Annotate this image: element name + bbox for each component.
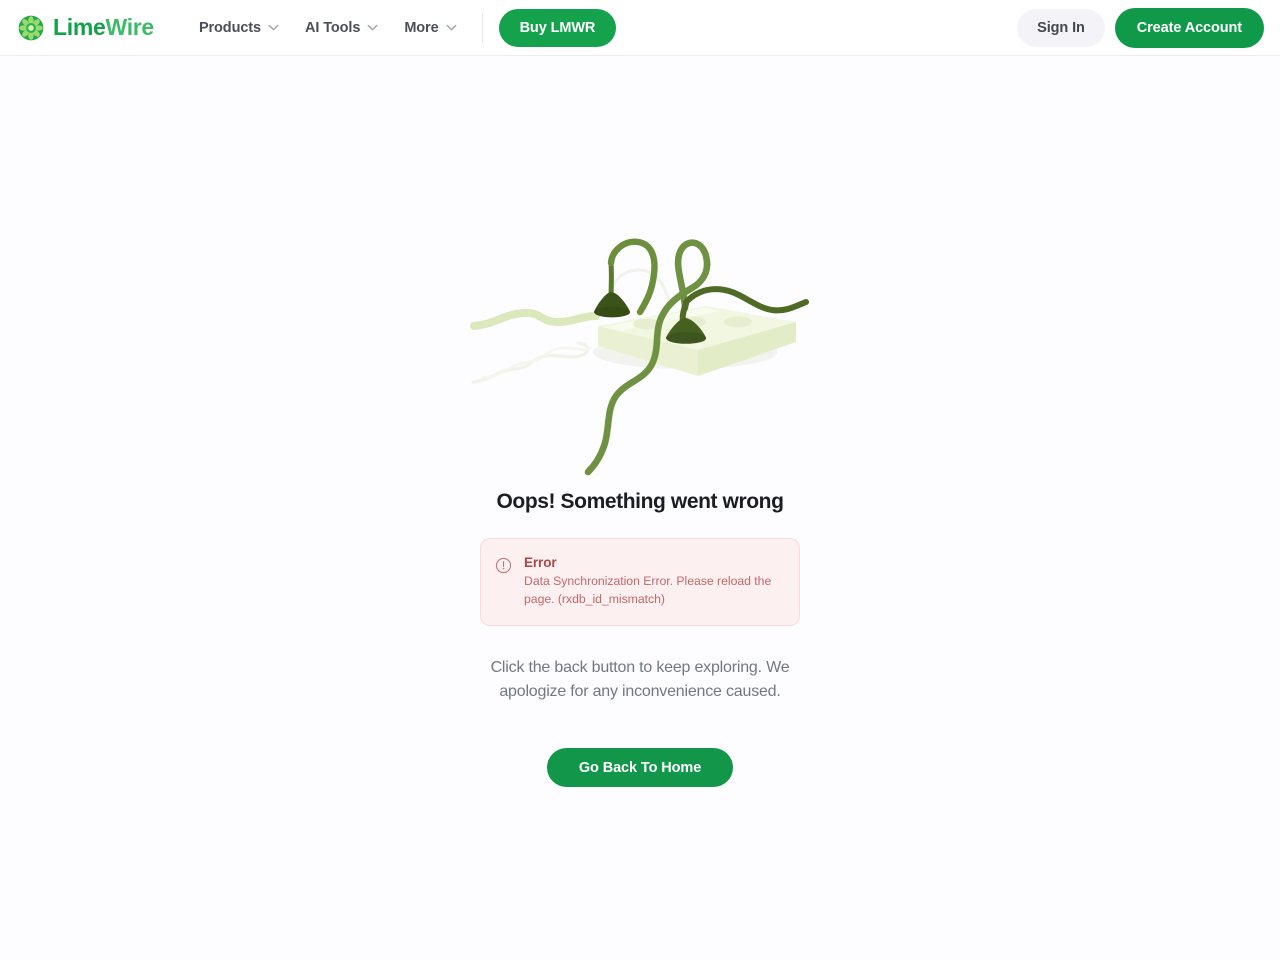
- error-alert-text: Error Data Synchronization Error. Please…: [524, 555, 783, 609]
- site-header: LimeWire Products AI Tools More Buy LMWR…: [0, 0, 1280, 56]
- main-navigation: Products AI Tools More: [188, 12, 468, 44]
- error-alert-title: Error: [524, 555, 557, 570]
- error-alert-description: Data Synchronization Error. Please reloa…: [524, 574, 772, 606]
- error-alert: Error Data Synchronization Error. Please…: [480, 538, 800, 626]
- go-back-home-button[interactable]: Go Back To Home: [546, 748, 734, 788]
- chevron-down-icon: [268, 24, 279, 31]
- nav-item-more[interactable]: More: [393, 12, 467, 44]
- create-account-button[interactable]: Create Account: [1114, 7, 1264, 48]
- header-divider: [481, 12, 483, 43]
- nav-item-products-label: Products: [198, 19, 261, 36]
- nav-item-more-label: More: [404, 19, 439, 36]
- brand-name-lime: Lime: [53, 14, 106, 40]
- error-page-main: Oops! Something went wrong Error Data Sy…: [0, 56, 1280, 960]
- nav-item-ai-tools[interactable]: AI Tools: [294, 12, 389, 44]
- nav-item-products[interactable]: Products: [188, 12, 290, 44]
- apology-message: Click the back button to keep exploring.…: [490, 658, 790, 700]
- exclamation-circle-icon: [495, 557, 512, 574]
- unplugged-power-strip-illustration: [470, 238, 809, 476]
- page-title: Oops! Something went wrong: [496, 490, 784, 513]
- brand-wordmark: LimeWire: [53, 16, 154, 39]
- chevron-down-icon: [446, 24, 457, 31]
- nav-item-ai-tools-label: AI Tools: [304, 19, 361, 36]
- brand-name-wire: Wire: [105, 14, 154, 40]
- limewire-logo-link[interactable]: LimeWire: [18, 15, 154, 41]
- buy-lmwr-button[interactable]: Buy LMWR: [498, 8, 617, 47]
- limewire-flower-logo-icon: [18, 15, 44, 40]
- chevron-down-icon: [367, 24, 378, 31]
- sign-in-button[interactable]: Sign In: [1017, 8, 1105, 47]
- header-account-actions: Sign In Create Account: [1017, 7, 1264, 48]
